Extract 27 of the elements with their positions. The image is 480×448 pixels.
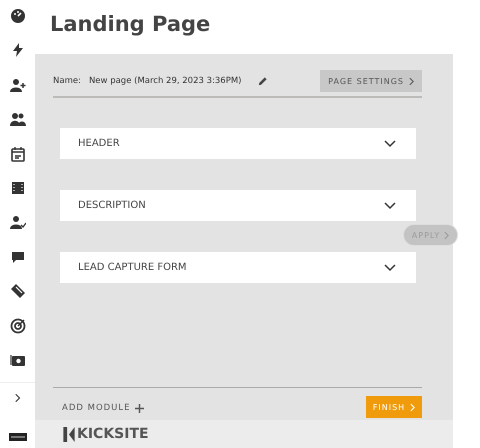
module-row[interactable]: DESCRIPTION [60,190,416,221]
chevron-right-icon [444,230,450,240]
target-icon[interactable] [10,318,26,334]
chevron-down-icon [384,140,396,148]
name-value: New page (March 29, 2023 3:36PM) [88,76,242,86]
ticket-icon[interactable] [10,283,26,300]
thumbnail-icon[interactable] [8,433,26,442]
pencil-icon[interactable] [257,76,268,86]
expand-icon[interactable] [14,393,20,404]
users-icon[interactable] [10,111,26,128]
add-module-button[interactable]: ADD MODULE [62,403,144,418]
film-icon[interactable] [10,180,26,196]
page-title: Landing Page [49,11,212,38]
chevron-down-icon [384,202,396,210]
user-check-icon[interactable] [10,214,26,230]
module-row[interactable]: HEADER [60,128,416,159]
name-label: Name: [53,76,81,86]
dashboard-icon[interactable] [10,8,26,24]
kicksite-logo: KICKSITE [63,426,149,442]
plus-icon [134,404,144,412]
chevron-right-icon [410,402,416,412]
page-settings-button[interactable]: PAGE SETTINGS [320,70,422,92]
user-add-icon[interactable] [10,76,26,93]
module-row[interactable]: LEAD CAPTURE FORM [60,252,416,283]
chevron-down-icon [384,264,396,272]
calendar-icon[interactable] [10,146,26,162]
chevron-right-icon [409,76,414,86]
